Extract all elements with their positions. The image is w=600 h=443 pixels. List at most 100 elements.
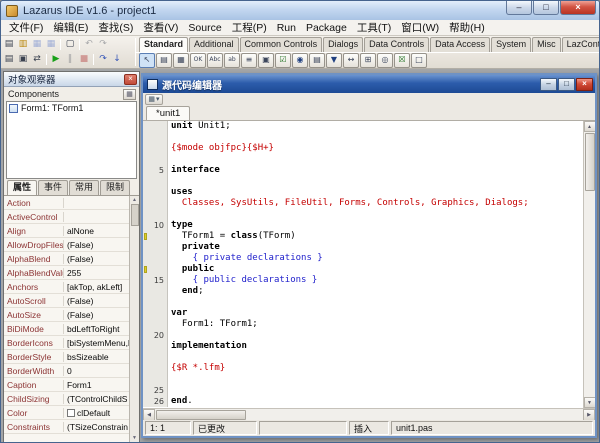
code-text[interactable]: implementation [168,341,583,352]
open-button[interactable]: ▥ [16,38,30,52]
code-text[interactable]: TForm1 = class(TForm) [168,231,583,242]
palette-tab-lazcontrols[interactable]: LazControls [562,37,599,52]
menu-item-tools[interactable]: 工具(T) [352,19,396,36]
property-value[interactable]: bsSizeable [64,352,129,362]
component-tgroupbox[interactable]: ⊞ [360,53,376,68]
gutter-cell[interactable] [143,198,168,209]
save-button[interactable]: ▦ [30,38,44,52]
component-tcheckbox[interactable]: ☑ [275,53,291,68]
gutter-cell[interactable] [143,319,168,330]
scroll-right-button[interactable]: ▶ [583,409,595,421]
menu-item-file[interactable]: 文件(F) [4,19,48,36]
tab-list-button[interactable]: ▦ ▾ [145,94,163,105]
tree-item-form1[interactable]: Form1: TForm1 [9,103,134,113]
property-value[interactable]: alNone [64,226,129,236]
property-row[interactable]: AlignalNone [4,224,129,238]
property-row[interactable]: AutoScroll(False) [4,294,129,308]
gutter-cell[interactable] [143,363,168,374]
save-all-button[interactable]: ▦ [44,38,58,52]
property-row[interactable]: AlphaBlend(False) [4,252,129,266]
property-row[interactable]: ColorclDefault [4,406,129,420]
code-text[interactable]: interface [168,165,583,176]
menu-item-view[interactable]: 查看(V) [138,19,183,36]
component-tscrollbar[interactable]: ↔ [343,53,359,68]
palette-tab-standard[interactable]: Standard [139,37,188,52]
pause-button[interactable]: ‖ [63,53,77,67]
component-tradiogroup[interactable]: ◎ [377,53,393,68]
editor-horizontal-scrollbar[interactable]: ◀ ▶ [143,408,595,420]
source-editor-titlebar[interactable]: 源代码编辑器 – □ × [143,75,595,93]
code-text[interactable] [168,132,583,143]
property-value[interactable]: clDefault [64,408,129,418]
gutter-cell[interactable] [143,143,168,154]
redo-button[interactable]: ↷ [96,38,110,52]
gutter-cell[interactable] [143,286,168,297]
gutter-cell[interactable] [143,352,168,363]
gutter-cell[interactable] [143,154,168,165]
gutter-cell[interactable] [143,308,168,319]
view-units-button[interactable]: ▤ [2,53,16,67]
component-ttogglebox[interactable]: ▣ [258,53,274,68]
object-inspector-close-button[interactable]: × [124,74,137,85]
property-row[interactable]: Action [4,196,129,210]
component-tmemo[interactable]: ≡ [241,53,257,68]
component-tlistbox[interactable]: ▤ [309,53,325,68]
component-tradiobutton[interactable]: ◉ [292,53,308,68]
close-button[interactable]: × [560,1,596,15]
code-text[interactable] [168,374,583,385]
component-tcheckgroup[interactable]: ☒ [394,53,410,68]
code-text[interactable]: {$R *.lfm} [168,363,583,374]
code-text[interactable] [168,385,583,396]
gutter-cell[interactable] [143,132,168,143]
object-inspector-header[interactable]: 对象观察器 × [4,72,139,87]
editor-minimize-button[interactable]: – [540,78,557,91]
code-text[interactable]: var [168,308,583,319]
palette-tab-additional[interactable]: Additional [189,37,239,52]
property-value[interactable]: Form1 [64,380,129,390]
scrollbar-thumb[interactable] [156,410,246,420]
code-text[interactable]: end. [168,396,583,407]
gutter-cell[interactable] [143,264,168,275]
editor-vertical-scrollbar[interactable]: ▲ ▼ [583,121,595,408]
component-tlabel[interactable]: Abc [207,53,223,68]
code-text[interactable] [168,330,583,341]
gutter-cell[interactable]: 25 [143,385,168,396]
property-row[interactable]: AllowDropFiles(False) [4,238,129,252]
code-text[interactable] [168,352,583,363]
palette-tab-misc[interactable]: Misc [532,37,561,52]
component-tmainmenu[interactable]: ▤ [156,53,172,68]
property-value[interactable]: (False) [64,310,129,320]
new-form-button[interactable]: ▢ [63,38,77,52]
components-tree[interactable]: Form1: TForm1 [6,101,137,179]
palette-tab-dialogs[interactable]: Dialogs [323,37,363,52]
palette-tab-data-controls[interactable]: Data Controls [364,37,429,52]
code-text[interactable]: type [168,220,583,231]
gutter-cell[interactable] [143,121,168,132]
minimize-button[interactable]: – [506,1,532,15]
property-value[interactable]: 255 [64,268,129,278]
gutter-cell[interactable] [143,187,168,198]
code-text[interactable]: end; [168,286,583,297]
property-row[interactable]: BorderIcons[biSystemMenu,b [4,336,129,350]
component-tbutton[interactable]: OK [190,53,206,68]
code-text[interactable]: uses [168,187,583,198]
undo-button[interactable]: ↶ [82,38,96,52]
step-over-button[interactable]: ↷ [96,53,110,67]
maximize-button[interactable]: □ [533,1,559,15]
code-text[interactable]: private [168,242,583,253]
editor-close-button[interactable]: × [576,78,593,91]
component-tcombobox[interactable]: ▼ [326,53,342,68]
code-text[interactable] [168,297,583,308]
component-tpopupmenu[interactable]: ▦ [173,53,189,68]
gutter-cell[interactable] [143,176,168,187]
property-row[interactable]: Constraints(TSizeConstrain [4,420,129,434]
code-text[interactable] [168,209,583,220]
property-grid-scrollbar[interactable]: ▲ ▼ [129,196,139,442]
component-tpanel[interactable]: □ [411,53,427,68]
code-text[interactable] [168,154,583,165]
gutter-cell[interactable] [143,374,168,385]
components-options-button[interactable]: ▦ [123,89,136,100]
menu-item-run[interactable]: Run [272,21,301,35]
titlebar[interactable]: Lazarus IDE v1.6 - project1 – □ × [1,1,599,20]
menu-item-source[interactable]: Source [183,21,226,35]
